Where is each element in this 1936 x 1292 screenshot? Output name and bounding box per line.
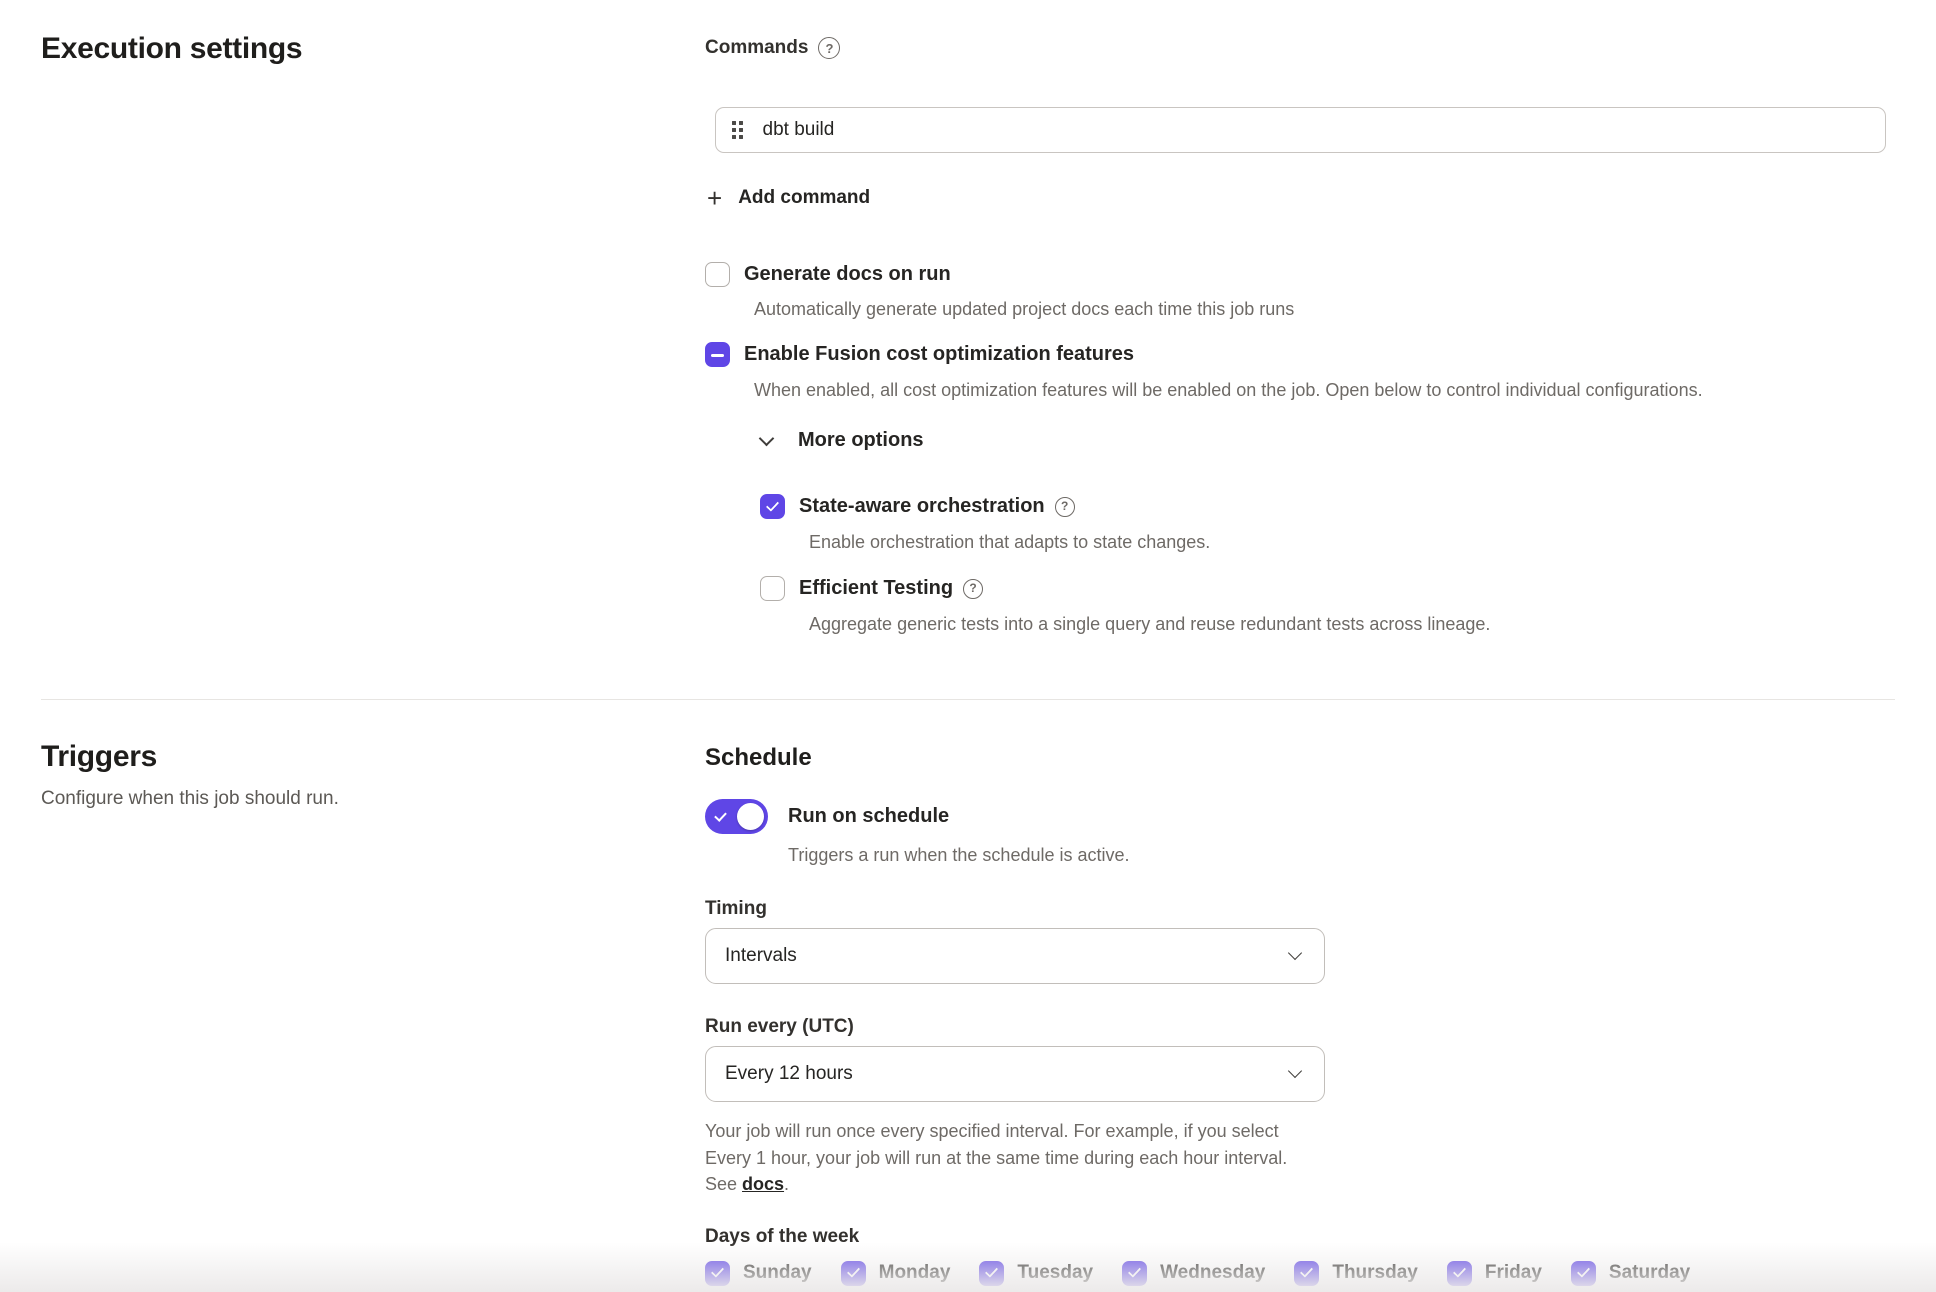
interval-help-before: Your job will run once every specified i… <box>705 1121 1287 1194</box>
drag-handle-icon[interactable] <box>732 121 743 139</box>
execution-settings-left-column: Execution settings <box>41 32 705 635</box>
efficient-testing-label-text: Efficient Testing <box>799 576 953 601</box>
generate-docs-label[interactable]: Generate docs on run <box>744 262 951 287</box>
efficient-testing-checkbox[interactable] <box>760 576 785 601</box>
more-options-label: More options <box>798 429 924 452</box>
commands-label-row: Commands ? <box>705 37 1895 59</box>
timing-select[interactable]: Intervals <box>705 928 1325 984</box>
run-on-schedule-description: Triggers a run when the schedule is acti… <box>788 845 1895 866</box>
fusion-description: When enabled, all cost optimization feat… <box>754 379 1895 401</box>
day-option-monday[interactable]: Monday <box>841 1261 951 1286</box>
day-option-wednesday[interactable]: Wednesday <box>1122 1261 1265 1286</box>
state-aware-help-icon[interactable]: ? <box>1055 497 1075 517</box>
chevron-down-icon <box>759 430 775 446</box>
day-checkbox[interactable] <box>1447 1261 1472 1286</box>
plus-icon: + <box>707 185 722 211</box>
job-settings-page: Execution settings Commands ? + Add comm… <box>0 0 1936 1292</box>
triggers-left-column: Triggers Configure when this job should … <box>41 740 705 1286</box>
efficient-testing-row[interactable]: Efficient Testing ? <box>760 576 1895 601</box>
state-aware-label[interactable]: State-aware orchestration ? <box>799 494 1075 519</box>
commands-help-icon[interactable]: ? <box>818 37 840 59</box>
day-checkbox[interactable] <box>841 1261 866 1286</box>
fusion-checkbox[interactable] <box>705 342 730 367</box>
timing-select-value: Intervals <box>725 945 797 967</box>
interval-help-text: Your job will run once every specified i… <box>705 1118 1305 1198</box>
run-every-select[interactable]: Every 12 hours <box>705 1046 1325 1102</box>
day-checkbox[interactable] <box>1571 1261 1596 1286</box>
triggers-section: Triggers Configure when this job should … <box>41 700 1895 1286</box>
state-aware-checkbox[interactable] <box>760 494 785 519</box>
fusion-row[interactable]: Enable Fusion cost optimization features <box>705 342 1895 367</box>
efficient-testing-label[interactable]: Efficient Testing ? <box>799 576 983 601</box>
schedule-title: Schedule <box>705 744 1895 772</box>
day-option-friday[interactable]: Friday <box>1447 1261 1542 1286</box>
day-checkbox[interactable] <box>1294 1261 1319 1286</box>
day-option-tuesday[interactable]: Tuesday <box>979 1261 1093 1286</box>
generate-docs-description: Automatically generate updated project d… <box>754 298 1895 320</box>
day-label: Monday <box>879 1262 951 1284</box>
day-label: Sunday <box>743 1262 812 1284</box>
chevron-down-icon <box>1288 1064 1302 1078</box>
day-label: Friday <box>1485 1262 1542 1284</box>
timing-label: Timing <box>705 898 1895 920</box>
triggers-title: Triggers <box>41 740 705 774</box>
command-row <box>715 107 1886 153</box>
docs-link[interactable]: docs <box>742 1174 784 1194</box>
days-of-week-row: Sunday Monday Tuesday Wednesday Thursday… <box>705 1261 1895 1286</box>
run-on-schedule-toggle[interactable] <box>705 799 768 834</box>
schedule-column: Schedule Run on schedule Triggers a run … <box>705 740 1895 1286</box>
day-option-thursday[interactable]: Thursday <box>1294 1261 1418 1286</box>
day-label: Saturday <box>1609 1262 1690 1284</box>
run-every-select-value: Every 12 hours <box>725 1063 853 1085</box>
state-aware-description: Enable orchestration that adapts to stat… <box>809 531 1895 553</box>
execution-settings-title: Execution settings <box>41 32 705 66</box>
triggers-subtitle: Configure when this job should run. <box>41 788 705 810</box>
add-command-button[interactable]: + Add command <box>707 185 870 211</box>
day-label: Wednesday <box>1160 1262 1265 1284</box>
run-on-schedule-label[interactable]: Run on schedule <box>788 805 949 828</box>
efficient-testing-description: Aggregate generic tests into a single qu… <box>809 613 1895 635</box>
run-on-schedule-row[interactable]: Run on schedule <box>705 799 1895 834</box>
day-label: Tuesday <box>1017 1262 1093 1284</box>
day-option-sunday[interactable]: Sunday <box>705 1261 812 1286</box>
generate-docs-row[interactable]: Generate docs on run <box>705 262 1895 287</box>
toggle-knob <box>737 803 764 830</box>
run-every-label: Run every (UTC) <box>705 1016 1895 1038</box>
more-options-toggle[interactable]: More options <box>761 429 924 452</box>
day-checkbox[interactable] <box>705 1261 730 1286</box>
commands-label: Commands <box>705 37 808 59</box>
toggle-check-icon <box>714 809 727 822</box>
add-command-label: Add command <box>738 187 870 209</box>
state-aware-label-text: State-aware orchestration <box>799 494 1045 519</box>
day-checkbox[interactable] <box>1122 1261 1147 1286</box>
days-of-week-label: Days of the week <box>705 1226 1895 1248</box>
day-checkbox[interactable] <box>979 1261 1004 1286</box>
interval-help-after: . <box>784 1174 789 1194</box>
execution-settings-right-column: Commands ? + Add command Generate docs o… <box>705 32 1895 635</box>
fusion-label[interactable]: Enable Fusion cost optimization features <box>744 342 1134 367</box>
efficient-testing-help-icon[interactable]: ? <box>963 579 983 599</box>
state-aware-row[interactable]: State-aware orchestration ? <box>760 494 1895 519</box>
chevron-down-icon <box>1288 946 1302 960</box>
generate-docs-checkbox[interactable] <box>705 262 730 287</box>
day-label: Thursday <box>1332 1262 1418 1284</box>
command-input[interactable] <box>763 119 1870 141</box>
execution-settings-section: Execution settings Commands ? + Add comm… <box>41 0 1895 699</box>
day-option-saturday[interactable]: Saturday <box>1571 1261 1690 1286</box>
